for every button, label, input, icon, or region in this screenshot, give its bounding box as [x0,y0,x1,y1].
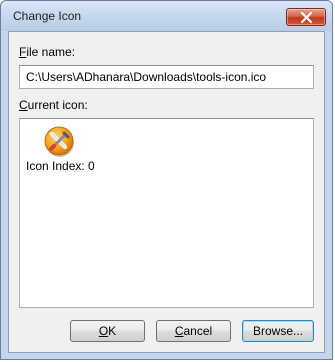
close-x-icon [300,12,313,23]
tools-icon [44,126,74,157]
change-icon-window: Change Icon File name: C:\Users\ADhanara… [0,0,333,360]
close-button[interactable] [286,8,326,26]
icon-index-label: Icon Index: 0 [26,159,95,173]
dialog-client-area: File name: C:\Users\ADhanara\Downloads\t… [8,31,325,353]
browse-button[interactable]: Browse... [242,320,314,342]
icon-list[interactable]: Icon Index: 0 [19,118,314,308]
current-icon-label: Current icon: [19,98,88,112]
file-name-field[interactable]: C:\Users\ADhanara\Downloads\tools-icon.i… [19,65,314,89]
window-title: Change Icon [13,9,82,23]
file-name-label: File name: [19,45,76,59]
ok-button[interactable]: OK [70,320,145,342]
title-bar[interactable]: Change Icon [1,1,332,31]
cancel-button[interactable]: Cancel [156,320,231,342]
icon-list-item[interactable]: Icon Index: 0 [26,123,98,173]
